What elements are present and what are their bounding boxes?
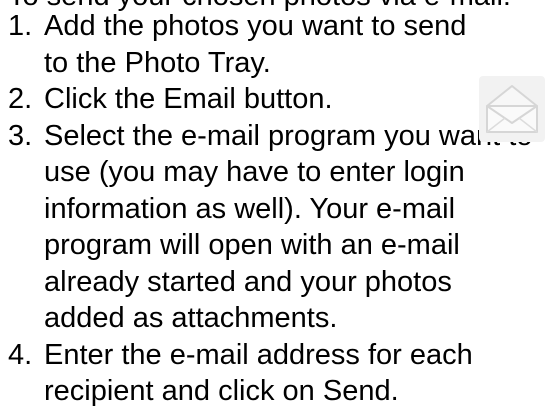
- step-text: Select the e-mail program you want to us…: [44, 119, 533, 335]
- step-item: 2. Click the Email button.: [0, 81, 490, 118]
- step-text: Click the Email button.: [44, 83, 333, 115]
- step-number: 3.: [8, 119, 33, 152]
- step-text: Enter the e-mail address for each recipi…: [44, 338, 473, 408]
- step-item: 1. Add the photos you want to send to th…: [0, 8, 490, 81]
- step-text: Add the photos you want to send to the P…: [44, 10, 467, 79]
- instruction-steps: 1. Add the photos you want to send to th…: [0, 8, 547, 410]
- step-number: 1.: [8, 10, 33, 42]
- step-number: 4.: [8, 338, 33, 371]
- step-item: 3. Select the e-mail program you want to…: [0, 118, 539, 337]
- email-button-icon: [479, 76, 545, 142]
- step-number: 2.: [8, 83, 33, 115]
- envelope-icon: [486, 85, 538, 133]
- step-item: 4. Enter the e-mail address for each rec…: [0, 337, 514, 410]
